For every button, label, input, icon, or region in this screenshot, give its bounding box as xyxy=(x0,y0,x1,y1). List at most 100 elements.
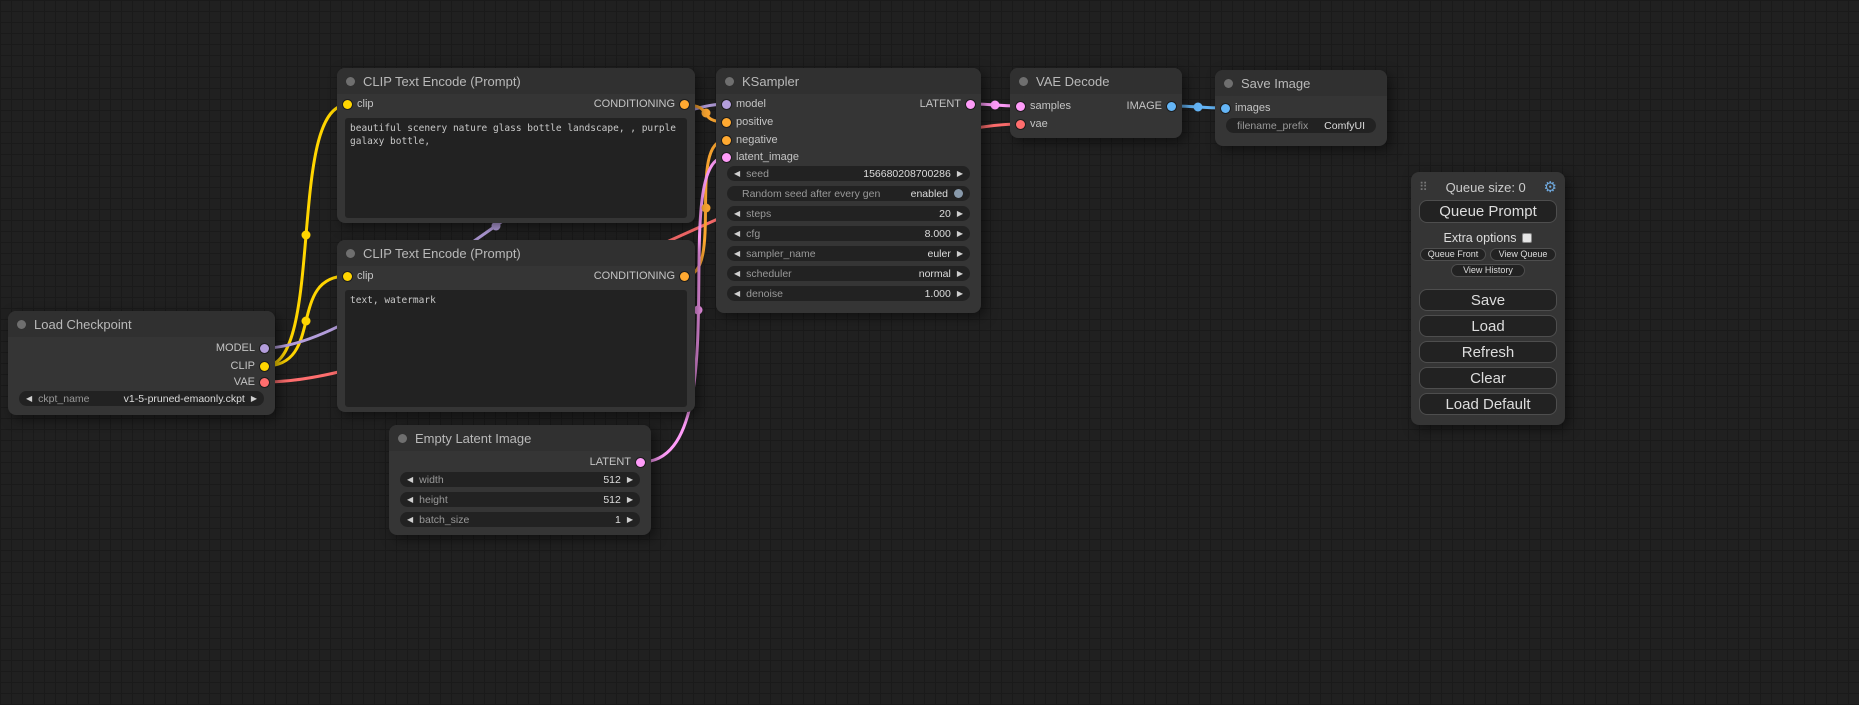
load-button[interactable]: Load xyxy=(1419,315,1557,337)
node-collapse-dot-icon[interactable] xyxy=(1019,77,1028,86)
random-seed-toggle-widget[interactable]: Random seed after every gen enabled xyxy=(727,186,970,201)
node-save-image[interactable]: Save Image images filename_prefix ComfyU… xyxy=(1215,70,1387,146)
node-collapse-dot-icon[interactable] xyxy=(398,434,407,443)
conditioning-port-icon[interactable] xyxy=(722,136,731,145)
next-arrow-icon[interactable]: ▶ xyxy=(251,391,257,406)
node-vae-decode[interactable]: VAE Decode samples IMAGE vae xyxy=(1010,68,1182,138)
node-title: KSampler xyxy=(742,74,799,89)
decrement-arrow-icon[interactable]: ◀ xyxy=(734,206,740,221)
queue-front-button[interactable]: Queue Front xyxy=(1420,248,1486,261)
conditioning-port-icon[interactable] xyxy=(680,100,689,109)
node-collapse-dot-icon[interactable] xyxy=(346,249,355,258)
cfg-widget[interactable]: ◀ cfg 8.000 ▶ xyxy=(727,226,970,241)
clear-button[interactable]: Clear xyxy=(1419,367,1557,389)
steps-widget[interactable]: ◀ steps 20 ▶ xyxy=(727,206,970,221)
widget-label: batch_size xyxy=(419,514,469,526)
node-collapse-dot-icon[interactable] xyxy=(17,320,26,329)
decrement-arrow-icon[interactable]: ◀ xyxy=(734,286,740,301)
node-title: Save Image xyxy=(1241,76,1310,91)
comfy-menu-panel[interactable]: ⠿ Queue size: 0 ⚙ Queue Prompt Extra opt… xyxy=(1411,172,1565,425)
sampler-name-widget[interactable]: ◀ sampler_name euler ▶ xyxy=(727,246,970,261)
increment-arrow-icon[interactable]: ▶ xyxy=(957,286,963,301)
latent-port-icon[interactable] xyxy=(1016,102,1025,111)
seed-widget[interactable]: ◀ seed 156680208700286 ▶ xyxy=(727,166,970,181)
node-load-checkpoint[interactable]: Load Checkpoint MODEL CLIP VAE ◀ ckpt_na… xyxy=(8,311,275,415)
vae-decode-title-bar[interactable]: VAE Decode xyxy=(1010,68,1182,94)
node-collapse-dot-icon[interactable] xyxy=(346,77,355,86)
output-row-conditioning: CONDITIONING xyxy=(594,268,695,284)
decrement-arrow-icon[interactable]: ◀ xyxy=(407,472,413,487)
node-graph-canvas[interactable]: Load Checkpoint MODEL CLIP VAE ◀ ckpt_na… xyxy=(0,0,1859,705)
increment-arrow-icon[interactable]: ▶ xyxy=(957,166,963,181)
increment-arrow-icon[interactable]: ▶ xyxy=(627,472,633,487)
clip-encode-negative-title-bar[interactable]: CLIP Text Encode (Prompt) xyxy=(337,240,695,266)
view-queue-button[interactable]: View Queue xyxy=(1490,248,1556,261)
refresh-button[interactable]: Refresh xyxy=(1419,341,1557,363)
model-port-icon[interactable] xyxy=(722,100,731,109)
decrement-arrow-icon[interactable]: ◀ xyxy=(734,226,740,241)
increment-arrow-icon[interactable]: ▶ xyxy=(957,226,963,241)
batch-size-widget[interactable]: ◀ batch_size 1 ▶ xyxy=(400,512,640,527)
conditioning-port-icon[interactable] xyxy=(680,272,689,281)
link-clip-to-negative-prompt xyxy=(265,276,347,366)
output-row-image: IMAGE xyxy=(1127,98,1182,114)
node-clip-text-encode-negative[interactable]: CLIP Text Encode (Prompt) clip CONDITION… xyxy=(337,240,695,412)
node-collapse-dot-icon[interactable] xyxy=(725,77,734,86)
clip-port-icon[interactable] xyxy=(343,272,352,281)
prev-arrow-icon[interactable]: ◀ xyxy=(26,391,32,406)
node-empty-latent-image[interactable]: Empty Latent Image LATENT ◀ width 512 ▶ … xyxy=(389,425,651,535)
clip-port-icon[interactable] xyxy=(260,362,269,371)
denoise-widget[interactable]: ◀ denoise 1.000 ▶ xyxy=(727,286,970,301)
clip-encode-positive-title-bar[interactable]: CLIP Text Encode (Prompt) xyxy=(337,68,695,94)
ksampler-title-bar[interactable]: KSampler xyxy=(716,68,981,94)
image-port-icon[interactable] xyxy=(1167,102,1176,111)
queue-size-label: Queue size: 0 xyxy=(1428,180,1544,195)
node-ksampler[interactable]: KSampler model LATENT positive negative … xyxy=(716,68,981,313)
clip-port-icon[interactable] xyxy=(343,100,352,109)
decrement-arrow-icon[interactable]: ◀ xyxy=(407,512,413,527)
vae-port-icon[interactable] xyxy=(1016,120,1025,129)
queue-prompt-button[interactable]: Queue Prompt xyxy=(1419,200,1557,223)
decrement-arrow-icon[interactable]: ◀ xyxy=(407,492,413,507)
widget-label: height xyxy=(419,494,448,506)
toggle-on-icon[interactable] xyxy=(954,189,963,198)
node-title: CLIP Text Encode (Prompt) xyxy=(363,246,521,261)
conditioning-port-icon[interactable] xyxy=(722,118,731,127)
filename-prefix-widget[interactable]: filename_prefix ComfyUI xyxy=(1226,118,1376,133)
settings-gear-icon[interactable]: ⚙ xyxy=(1544,180,1557,195)
increment-arrow-icon[interactable]: ▶ xyxy=(957,206,963,221)
next-arrow-icon[interactable]: ▶ xyxy=(957,246,963,261)
prev-arrow-icon[interactable]: ◀ xyxy=(734,246,740,261)
load-checkpoint-title-bar[interactable]: Load Checkpoint xyxy=(8,311,275,337)
save-image-title-bar[interactable]: Save Image xyxy=(1215,70,1387,96)
increment-arrow-icon[interactable]: ▶ xyxy=(627,492,633,507)
extra-options-checkbox[interactable] xyxy=(1522,233,1532,243)
height-widget[interactable]: ◀ height 512 ▶ xyxy=(400,492,640,507)
ckpt-name-widget[interactable]: ◀ ckpt_name v1-5-pruned-emaonly.ckpt ▶ xyxy=(19,391,264,406)
node-title: CLIP Text Encode (Prompt) xyxy=(363,74,521,89)
port-label-samples: samples xyxy=(1030,100,1071,112)
vae-port-icon[interactable] xyxy=(260,378,269,387)
load-default-button[interactable]: Load Default xyxy=(1419,393,1557,415)
latent-port-icon[interactable] xyxy=(636,458,645,467)
width-widget[interactable]: ◀ width 512 ▶ xyxy=(400,472,640,487)
prev-arrow-icon[interactable]: ◀ xyxy=(734,266,740,281)
latent-port-icon[interactable] xyxy=(966,100,975,109)
scheduler-widget[interactable]: ◀ scheduler normal ▶ xyxy=(727,266,970,281)
input-row-positive: positive xyxy=(716,114,773,130)
empty-latent-title-bar[interactable]: Empty Latent Image xyxy=(389,425,651,451)
model-port-icon[interactable] xyxy=(260,344,269,353)
port-label-clip: clip xyxy=(357,270,374,282)
view-history-button[interactable]: View History xyxy=(1451,264,1525,277)
node-collapse-dot-icon[interactable] xyxy=(1224,79,1233,88)
decrement-arrow-icon[interactable]: ◀ xyxy=(734,166,740,181)
node-clip-text-encode-positive[interactable]: CLIP Text Encode (Prompt) clip CONDITION… xyxy=(337,68,695,223)
save-button[interactable]: Save xyxy=(1419,289,1557,311)
image-port-icon[interactable] xyxy=(1221,104,1230,113)
increment-arrow-icon[interactable]: ▶ xyxy=(627,512,633,527)
latent-port-icon[interactable] xyxy=(722,153,731,162)
negative-prompt-textarea[interactable]: text, watermark xyxy=(345,290,687,407)
next-arrow-icon[interactable]: ▶ xyxy=(957,266,963,281)
drag-handle-icon[interactable]: ⠿ xyxy=(1419,180,1428,194)
positive-prompt-textarea[interactable]: beautiful scenery nature glass bottle la… xyxy=(345,118,687,218)
